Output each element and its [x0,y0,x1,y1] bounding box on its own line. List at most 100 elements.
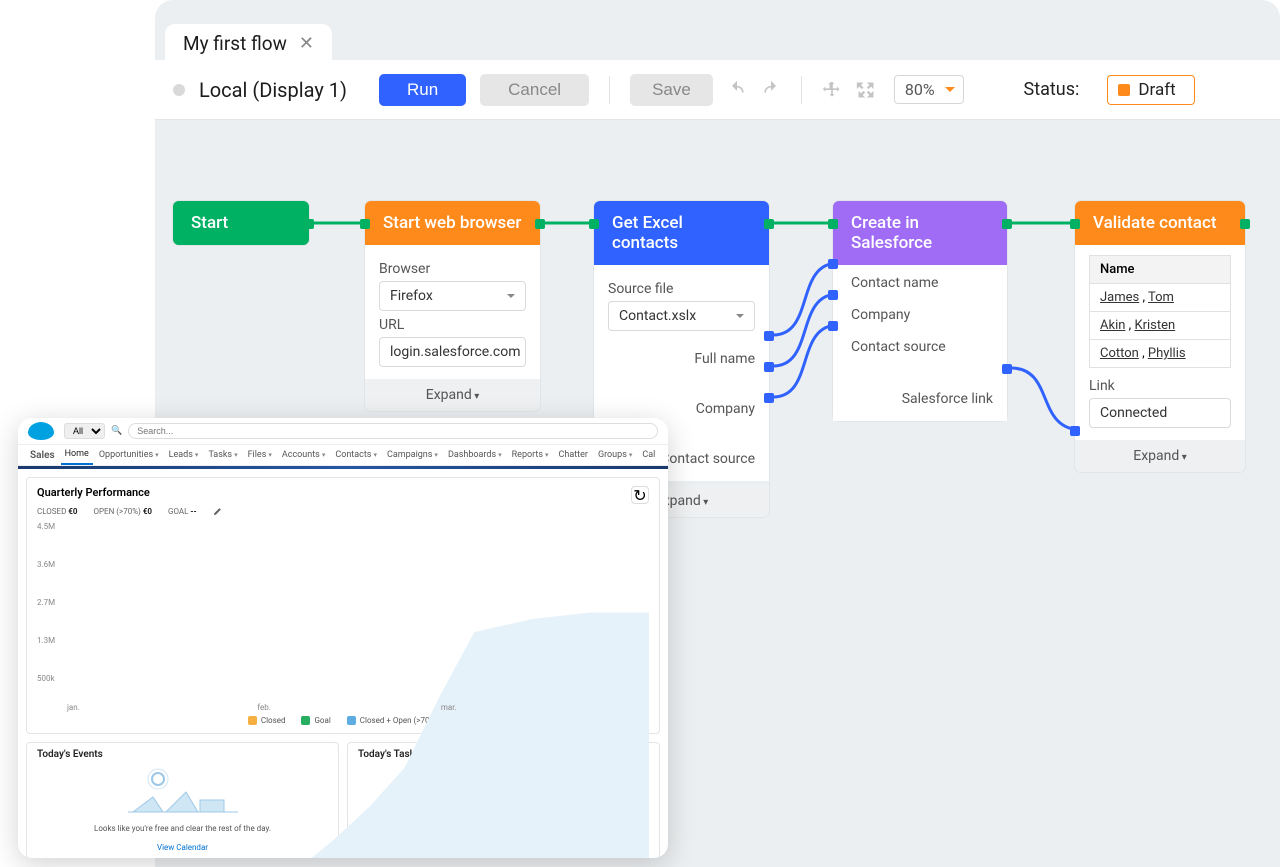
table-row: Akin , Kristen [1090,312,1231,340]
run-button[interactable]: Run [379,74,466,106]
port-out[interactable] [535,219,545,229]
cancel-button[interactable]: Cancel [480,74,589,106]
flow-tab-title: My first flow [183,32,287,55]
url-label: URL [379,317,526,333]
node-browser[interactable]: Start web browser Browser Firefox URL lo… [365,201,540,411]
sf-tab-files[interactable]: Files▾ [244,446,276,464]
toolbar: Local (Display 1) Run Cancel Save 80% St… [155,60,1280,120]
port-out[interactable] [304,219,314,229]
zoom-value: 80% [905,80,935,99]
link-input[interactable]: Connected [1089,398,1231,428]
status-value: Draft [1138,80,1175,100]
sf-tab-groups[interactable]: Groups▾ [594,446,636,464]
sf-chart: 4.5M 3.6M 2.7M 1.3M 500k jan. feb. mar. [37,522,649,712]
undo-icon[interactable] [727,80,747,100]
node-validate-title: Validate contact [1075,201,1245,245]
node-start[interactable]: Start [173,201,309,245]
chevron-down-icon [736,314,744,322]
node-browser-title: Start web browser [365,201,540,245]
sf-search: All 🔍 [64,423,658,439]
search-icon: 🔍 [111,426,122,436]
flow-tab[interactable]: My first flow ✕ [165,24,332,61]
port-data-in[interactable] [828,321,838,331]
port-data-in[interactable] [828,290,838,300]
salesforce-logo-icon [28,422,54,440]
table-row: James , Tom [1090,284,1231,312]
port-data-out[interactable] [764,331,774,341]
expand-button[interactable]: Expand ▾ [1075,440,1245,472]
port-in[interactable] [1070,219,1080,229]
port-in[interactable] [828,219,838,229]
link-label: Link [1089,378,1231,394]
sf-tab-campaigns[interactable]: Campaigns▾ [383,446,442,464]
sf-metrics: CLOSED €0 OPEN (>70%) €0 GOAL -- [37,507,649,516]
sf-tab-reports[interactable]: Reports▾ [508,446,553,464]
sf-app-name: Sales [30,450,55,461]
metric-goal: GOAL -- [168,507,197,516]
divider [801,76,802,104]
metric-open: OPEN (>70%) €0 [93,507,152,516]
divider [609,76,610,104]
redo-icon[interactable] [761,80,781,100]
out-sflink: Salesforce link [847,363,993,415]
sf-tab-more[interactable]: Cal [638,446,659,464]
sf-tab-leads[interactable]: Leads▾ [165,446,203,464]
sf-panel-title: Quarterly Performance [37,486,649,499]
fit-icon[interactable] [856,80,876,100]
port-data-out[interactable] [1002,364,1012,374]
port-out[interactable] [764,219,774,229]
sf-tab-home[interactable]: Home [61,445,93,465]
edit-icon[interactable] [213,507,222,516]
refresh-icon[interactable]: ↻ [631,486,649,504]
sf-quarterly-panel: ↻ Quarterly Performance CLOSED €0 OPEN (… [26,477,660,734]
port-out[interactable] [1002,219,1012,229]
status-label: Status: [1024,79,1080,100]
validate-table: Name James , Tom Akin , Kristen Cotton ,… [1089,255,1231,368]
port-data-in[interactable] [828,259,838,269]
status-pill[interactable]: Draft [1107,75,1194,105]
out-fullname: Full name [608,337,755,381]
node-excel-title: Get Excel contacts [594,201,769,265]
port-in[interactable] [589,219,599,229]
device-label: Local (Display 1) [199,78,347,102]
sf-tab-accounts[interactable]: Accounts▾ [278,446,329,464]
sf-tab-contacts[interactable]: Contacts▾ [331,446,381,464]
node-create[interactable]: Create in Salesforce Contact name Compan… [833,201,1007,421]
move-icon[interactable] [822,80,842,100]
in-company: Company [847,299,993,331]
node-start-title: Start [173,201,309,245]
port-data-out[interactable] [764,362,774,372]
source-label: Source file [608,281,755,297]
zoom-select[interactable]: 80% [894,75,964,104]
browser-select[interactable]: Firefox [379,281,526,311]
sf-tab-dashboards[interactable]: Dashboards▾ [444,446,506,464]
in-contactsource: Contact source [847,331,993,363]
sf-nav: Sales Home Opportunities▾ Leads▾ Tasks▾ … [18,445,668,466]
node-validate[interactable]: Validate contact Name James , Tom Akin ,… [1075,201,1245,472]
table-header-name: Name [1090,256,1231,284]
port-in[interactable] [360,219,370,229]
device-status-icon [173,84,185,96]
in-contactname: Contact name [847,267,993,299]
sf-tab-tasks[interactable]: Tasks▾ [204,446,241,464]
expand-button[interactable]: Expand ▾ [365,379,540,411]
sf-header: All 🔍 [18,418,668,445]
save-button[interactable]: Save [630,74,713,106]
port-data-in[interactable] [1070,426,1080,436]
port-out[interactable] [1240,219,1250,229]
sf-chart-area [67,522,649,858]
source-select[interactable]: Contact.xslx [608,301,755,331]
sf-tab-opportunities[interactable]: Opportunities▾ [95,446,163,464]
node-create-title: Create in Salesforce [833,201,1007,265]
close-icon[interactable]: ✕ [299,33,314,54]
browser-label: Browser [379,261,526,277]
sf-tab-chatter[interactable]: Chatter [555,446,592,464]
sf-banner [18,466,668,469]
port-data-out[interactable] [764,393,774,403]
chevron-down-icon [507,294,515,302]
url-input[interactable]: login.salesforce.com [379,337,526,367]
salesforce-window: All 🔍 Sales Home Opportunities▾ Leads▾ T… [18,418,668,858]
sf-search-scope[interactable]: All [64,423,105,439]
sf-search-input[interactable] [128,423,658,439]
table-row: Cotton , Phyllis [1090,340,1231,368]
